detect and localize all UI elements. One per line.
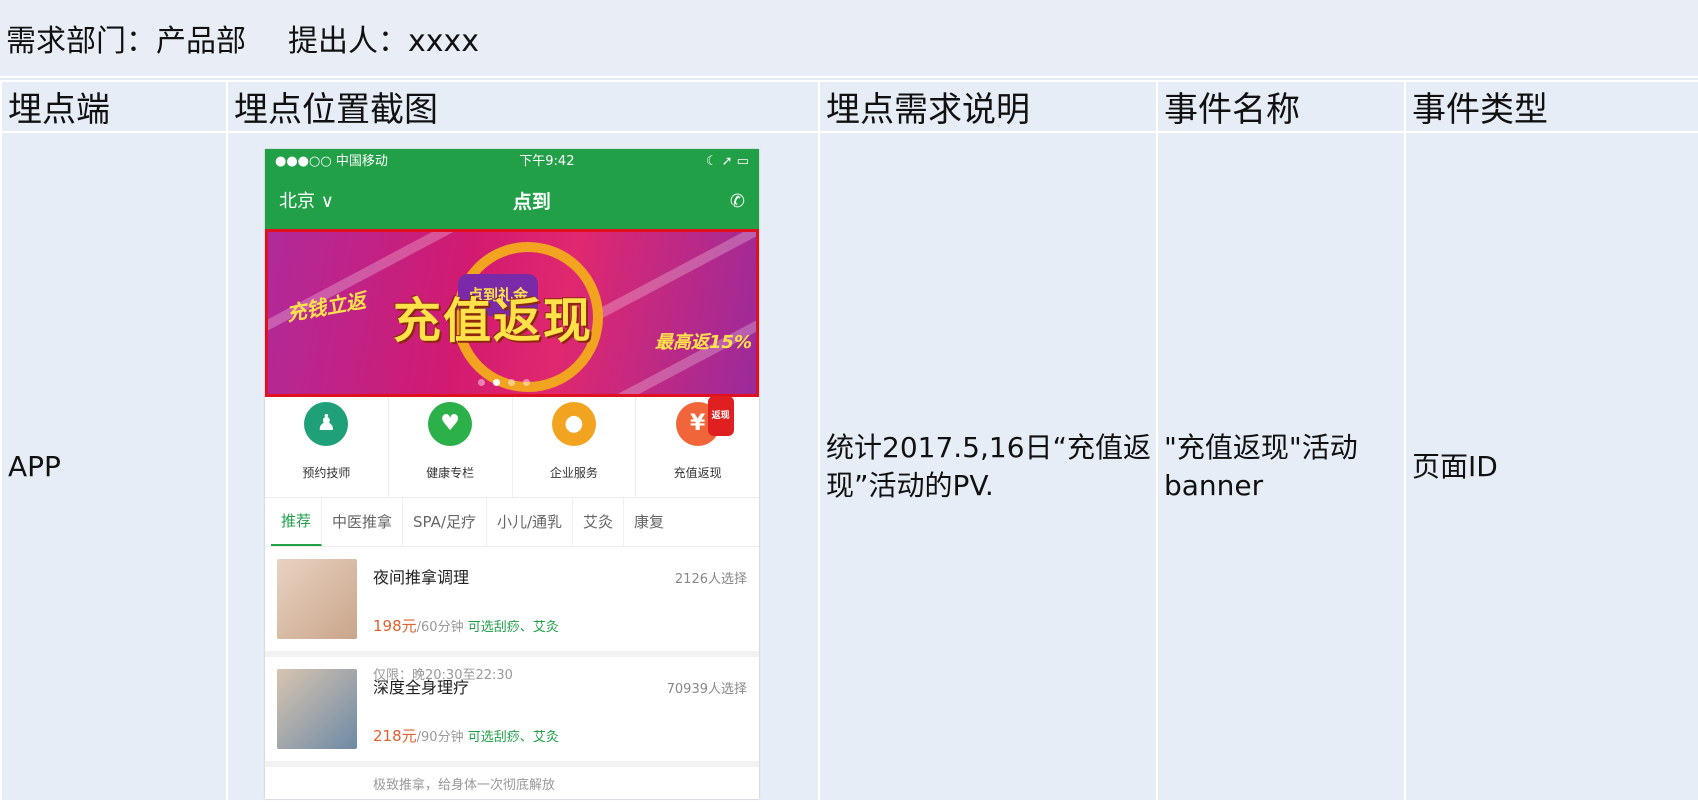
header-row: 需求部门：产品部 提出人：xxxx [0,0,1698,78]
item-options: 可选刮痧、艾灸 [467,620,559,635]
technician-icon: ♟ [304,402,349,446]
document-page: 需求部门：产品部 提出人：xxxx 埋点端 埋点位置截图 埋点需求说明 事件名称… [0,0,1698,802]
platform-cell: APP [0,131,228,802]
tracking-spec-table: 埋点端 埋点位置截图 埋点需求说明 事件名称 事件类型 APP ●●●○○ 中国… [0,80,1698,802]
service-recharge: ¥ 返现 充值返现 [636,396,759,497]
promo-banner: 点到礼金 充钱立返 充值返现 最高返15% [265,229,759,397]
item-count: 2126人选择 [674,572,747,587]
column-header-platform: 埋点端 [0,80,228,133]
tab-moxibustion: 艾灸 [573,498,625,546]
screenshot-cell: ●●●○○ 中国移动 下午9:42 ☾ ➚ ▭ 北京 ∨ 点到 ✆ 点到礼金 充… [226,131,820,802]
event-type-cell: 页面ID [1404,131,1698,802]
service-label: 预约技师 [302,466,351,480]
tab-spa: SPA/足疗 [403,498,487,546]
city-selector: 北京 ∨ [279,191,334,212]
column-header-event-name: 事件名称 [1156,80,1406,133]
event-name-cell: "充值返现"活动banner [1156,131,1406,802]
service-label: 健康专栏 [426,466,475,480]
carousel-dots [478,379,530,386]
nav-title: 点到 [512,191,551,213]
banner-right-text: 最高返15% [654,332,752,353]
table-header-row: 埋点端 埋点位置截图 埋点需求说明 事件名称 事件类型 [0,80,1698,133]
time-label: 下午9:42 [519,154,575,169]
tab-tcm: 中医推拿 [322,498,404,546]
service-health: ♥ 健康专栏 [389,397,513,497]
column-header-description: 埋点需求说明 [818,80,1158,133]
badge: 返现 [707,396,734,436]
nav-bar: 北京 ∨ 点到 ✆ [265,175,759,229]
tab-rehab: 康复 [634,513,665,531]
service-label: 充值返现 [673,466,722,480]
list-item: 夜间推拿调理 2126人选择 198元/60分钟 可选刮痧、艾灸 仅限：晚20:… [265,547,759,683]
table-row: APP ●●●○○ 中国移动 下午9:42 ☾ ➚ ▭ 北京 ∨ 点到 ✆ 点到… [0,131,1698,802]
list-item: 深度全身理疗 70939人选择 218元/90分钟 可选刮痧、艾灸 极致推拿，给… [265,657,759,793]
item-note: 极致推拿，给身体一次彻底解放 [373,778,556,793]
heart-icon: ♥ [428,402,473,446]
service-label: 企业服务 [549,466,598,480]
status-bar: ●●●○○ 中国移动 下午9:42 ☾ ➚ ▭ [265,149,759,175]
description-cell: 统计2017.5,16日“充值返现”活动的PV. [818,131,1158,802]
item-image [277,559,357,639]
person-icon: ● [551,402,596,446]
item-price: 198元 [373,617,417,635]
yen-icon: ¥ 返现 [675,396,734,446]
column-header-event-type: 事件类型 [1404,80,1698,133]
proposer-label: 提出人：xxxx [288,24,480,59]
service-enterprise: ● 企业服务 [513,397,637,497]
phone-icon: ✆ [729,191,745,212]
app-screenshot: ●●●○○ 中国移动 下午9:42 ☾ ➚ ▭ 北京 ∨ 点到 ✆ 点到礼金 充… [265,149,759,799]
item-options: 可选刮痧、艾灸 [467,730,559,745]
item-count: 70939人选择 [666,682,747,697]
item-duration: /60分钟 [416,620,464,635]
service-icons: ♟ 预约技师 ♥ 健康专栏 ● 企业服务 ¥ 返现 充值返现 [265,396,759,498]
item-price: 218元 [373,727,417,745]
item-duration: /90分钟 [416,730,464,745]
column-header-screenshot: 埋点位置截图 [226,80,820,133]
banner-left-text: 充钱立返 [284,288,368,326]
category-tabs: 推荐 中医推拿 SPA/足疗 小儿/通乳 艾灸 康复 [265,498,759,547]
status-icons: ☾ ➚ ▭ [705,154,749,169]
banner-headline: 充值返现 [393,293,594,349]
tab-recommend: 推荐 [271,498,323,546]
service-technician: ♟ 预约技师 [265,397,389,497]
chevron-down-icon: ∨ [320,191,334,212]
department-label: 需求部门：产品部 [6,24,246,59]
tab-child: 小儿/通乳 [487,498,574,546]
carrier-label: ●●●○○ 中国移动 [275,154,388,169]
item-image [277,669,357,749]
